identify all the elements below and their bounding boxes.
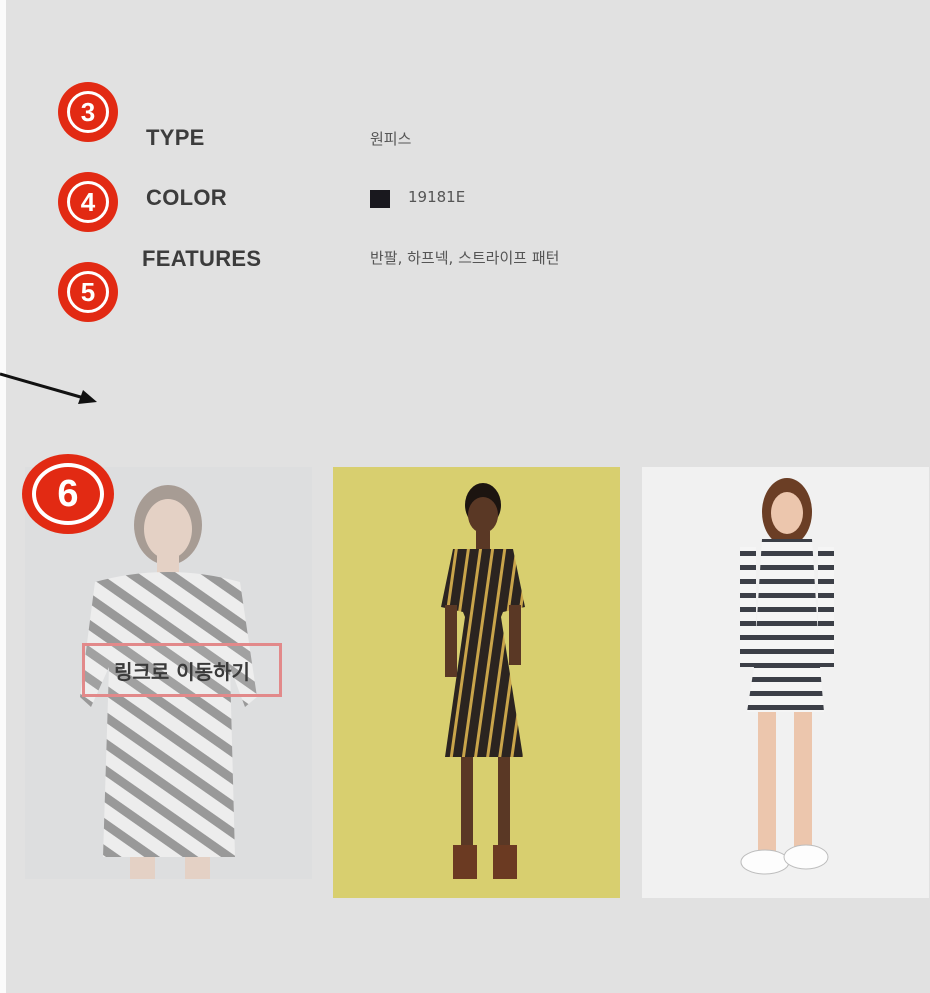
color-value: 19181E: [408, 188, 466, 206]
wrap-dress-figure: [441, 483, 525, 879]
color-swatch: [370, 190, 390, 208]
type-value: 원피스: [370, 130, 412, 148]
step-badge-3-number: 3: [67, 91, 109, 133]
pointer-arrow-icon: [0, 372, 97, 404]
product-image-2[interactable]: [333, 467, 620, 898]
product-image-3[interactable]: [642, 467, 929, 898]
striped-dress-figure-3: [740, 478, 834, 875]
features-value: 반팔, 하프넥, 스트라이프 패턴: [370, 249, 560, 267]
left-edge-strip: [0, 0, 6, 993]
step-badge-5-number: 5: [67, 271, 109, 313]
type-label: TYPE: [146, 125, 205, 150]
step-badge-4: 4: [58, 172, 118, 232]
features-label: FEATURES: [142, 246, 262, 271]
step-badge-5: 5: [58, 262, 118, 322]
color-label: COLOR: [146, 185, 227, 210]
step-badge-4-number: 4: [67, 181, 109, 223]
go-to-link-label: 링크로 이동하기: [114, 659, 250, 684]
go-to-link-button[interactable]: 링크로 이동하기: [82, 643, 282, 697]
step-badge-6-number: 6: [32, 463, 104, 525]
step-badge-3: 3: [58, 82, 118, 142]
step-badge-6: 6: [22, 454, 114, 534]
